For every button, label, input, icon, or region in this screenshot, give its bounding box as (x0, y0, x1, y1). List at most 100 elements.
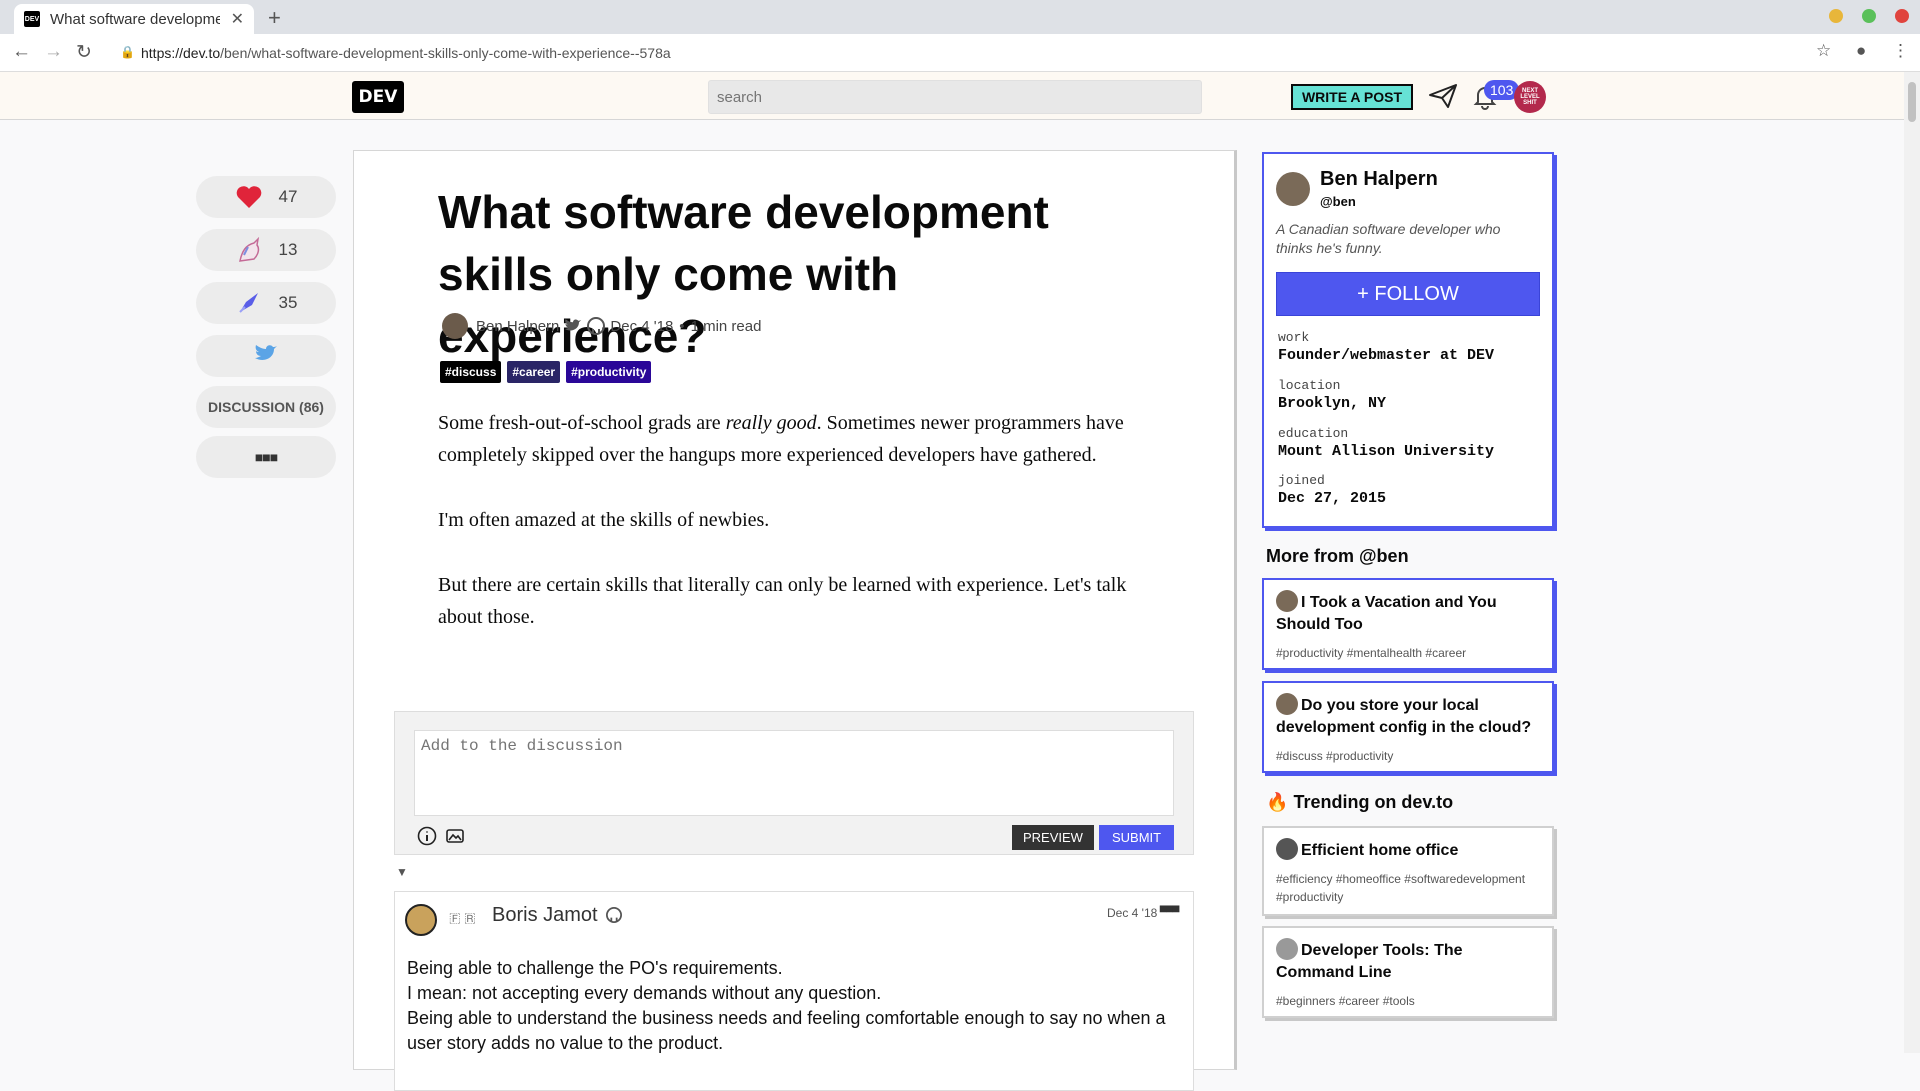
collapse-thread-icon[interactable]: ▼ (396, 865, 408, 879)
more-options-button[interactable]: ■■■ (196, 436, 336, 478)
maximize-window-icon[interactable] (1862, 9, 1876, 23)
article-card: What software development skills only co… (353, 150, 1237, 1091)
more-from-tags: #productivity #mentalhealth #career (1276, 646, 1467, 660)
comment-options-icon[interactable]: ■■■ (1159, 900, 1180, 916)
comment-date: Dec 4 '18 (1107, 906, 1158, 920)
follow-button[interactable]: + FOLLOW (1276, 272, 1540, 316)
comment-line: Being able to challenge the PO's require… (407, 958, 783, 978)
user-avatar[interactable]: NEXT LEVEL SHIT (1514, 81, 1546, 113)
comment-item: 🇫 🇷 Boris Jamot Dec 4 '18 ■■■ Being able… (394, 891, 1194, 1091)
author-name[interactable]: Ben Halpern (476, 318, 559, 335)
trending-heading: 🔥 Trending on dev.to (1266, 792, 1454, 812)
search-input[interactable] (708, 80, 1202, 114)
tag-discuss[interactable]: #discuss (440, 361, 502, 383)
connect-send-icon[interactable] (1428, 83, 1458, 109)
profile-avatar[interactable] (1276, 172, 1310, 206)
comment-line: Being able to understand the business ne… (407, 1008, 1166, 1053)
more-from-tags: #discuss #productivity (1276, 749, 1394, 763)
flag-icon: 🇫 🇷 (449, 910, 476, 925)
back-icon[interactable]: ← (12, 41, 31, 63)
profile-bio: A Canadian software developer who thinks… (1276, 221, 1501, 256)
field-label: joined (1278, 473, 1325, 488)
field-value: Dec 27, 2015 (1278, 490, 1387, 507)
url-field[interactable]: https://dev.to/ben/what-software-develop… (141, 45, 671, 61)
dev-logo[interactable]: DEV (352, 81, 404, 113)
menu-kebab-icon[interactable]: ⋮ (1892, 41, 1909, 61)
heart-count: 47 (278, 187, 298, 206)
browser-tab-bar: DEV What software developme ✕ + (0, 0, 1920, 34)
submit-button[interactable]: SUBMIT (1099, 825, 1175, 850)
more-from-item[interactable]: I Took a Vacation and You Should Too #pr… (1262, 578, 1554, 670)
author-avatar (1276, 838, 1298, 860)
more-from-heading: More from @ben (1266, 546, 1409, 566)
comment-textarea[interactable] (414, 730, 1174, 816)
commenter-name[interactable]: Boris Jamot (492, 904, 623, 927)
heart-reaction-button[interactable]: 47 (196, 176, 336, 218)
twitter-icon (254, 344, 278, 369)
heart-icon (235, 185, 263, 209)
reload-icon[interactable]: ↻ (76, 41, 92, 64)
more-dots-icon: ■■■ (254, 449, 278, 465)
author-avatar (1276, 590, 1298, 612)
author-avatar[interactable] (442, 313, 468, 339)
comment-form: PREVIEW SUBMIT (394, 711, 1194, 855)
field-label: work (1278, 330, 1310, 345)
article-title: What software development skills only co… (438, 186, 1049, 362)
info-icon[interactable] (417, 826, 437, 846)
github-icon[interactable] (606, 907, 623, 923)
read-time: 1 min read (690, 317, 762, 335)
lock-icon: 🔒 (120, 45, 135, 59)
unicorn-count: 13 (278, 240, 298, 259)
more-from-title[interactable]: Do you store your local development conf… (1276, 693, 1540, 739)
profile-name[interactable]: Ben Halpern (1320, 168, 1438, 191)
discussion-button[interactable]: DISCUSSION (86) (196, 386, 336, 428)
tab-title: What software developme (50, 10, 220, 28)
author-profile-card: Ben Halpern @ben A Canadian software dev… (1262, 152, 1554, 528)
article-meta: Ben Halpern Dec 4 '18 • 1 min read (442, 313, 761, 339)
bookmark-star-icon[interactable]: ☆ (1816, 41, 1831, 61)
field-value: Brooklyn, NY (1278, 395, 1387, 412)
trending-item[interactable]: Developer Tools: The Command Line #begin… (1262, 926, 1554, 1018)
trending-tags: #beginners #career #tools (1276, 994, 1415, 1008)
tag-career[interactable]: #career (507, 361, 561, 383)
profile-field-education: education Mount Allison University (1278, 426, 1494, 460)
preview-button[interactable]: PREVIEW (1012, 825, 1094, 850)
twitter-icon[interactable] (564, 318, 582, 334)
minimize-window-icon[interactable] (1829, 9, 1843, 23)
article-body: Some fresh-out-of-school grads are reall… (438, 407, 1138, 666)
profile-icon[interactable]: ● (1856, 41, 1866, 61)
meta-separator: • (679, 317, 685, 335)
share-twitter-button[interactable] (196, 335, 336, 377)
publish-date: Dec 4 '18 (610, 317, 674, 335)
bookmark-rocket-icon (235, 290, 263, 316)
browser-tab[interactable]: DEV What software developme ✕ (14, 4, 254, 34)
tag-productivity[interactable]: #productivity (566, 361, 652, 383)
fire-icon: 🔥 (1266, 792, 1289, 812)
github-icon[interactable] (587, 317, 606, 335)
unicorn-reaction-button[interactable]: 13 (196, 229, 336, 271)
profile-field-work: work Founder/webmaster at DEV (1278, 330, 1494, 364)
save-count: 35 (278, 293, 298, 312)
trending-item[interactable]: Efficient home office #efficiency #homeo… (1262, 826, 1554, 916)
image-upload-icon[interactable] (445, 826, 465, 846)
profile-field-location: location Brooklyn, NY (1278, 378, 1386, 412)
dev-favicon-icon: DEV (24, 11, 40, 27)
close-tab-icon[interactable]: ✕ (231, 9, 244, 29)
profile-field-joined: joined Dec 27, 2015 (1278, 473, 1386, 507)
scrollbar-thumb[interactable] (1908, 82, 1916, 122)
trending-title[interactable]: Developer Tools: The Command Line (1276, 938, 1540, 984)
commenter-avatar[interactable] (405, 904, 437, 936)
trending-title[interactable]: Efficient home office (1276, 838, 1540, 862)
more-from-item[interactable]: Do you store your local development conf… (1262, 681, 1554, 773)
forward-icon[interactable]: → (44, 41, 63, 63)
paragraph: Some fresh-out-of-school grads are reall… (438, 412, 1124, 466)
tag-list: #discuss #career #productivity (440, 361, 652, 383)
more-from-title[interactable]: I Took a Vacation and You Should Too (1276, 590, 1540, 636)
field-label: location (1278, 378, 1341, 393)
write-post-button[interactable]: WRITE A POST (1291, 84, 1413, 110)
page-scrollbar[interactable] (1904, 72, 1920, 1053)
new-tab-icon[interactable]: + (268, 5, 281, 31)
save-reaction-button[interactable]: 35 (196, 282, 336, 324)
close-window-icon[interactable] (1895, 9, 1909, 23)
field-label: education (1278, 426, 1349, 441)
